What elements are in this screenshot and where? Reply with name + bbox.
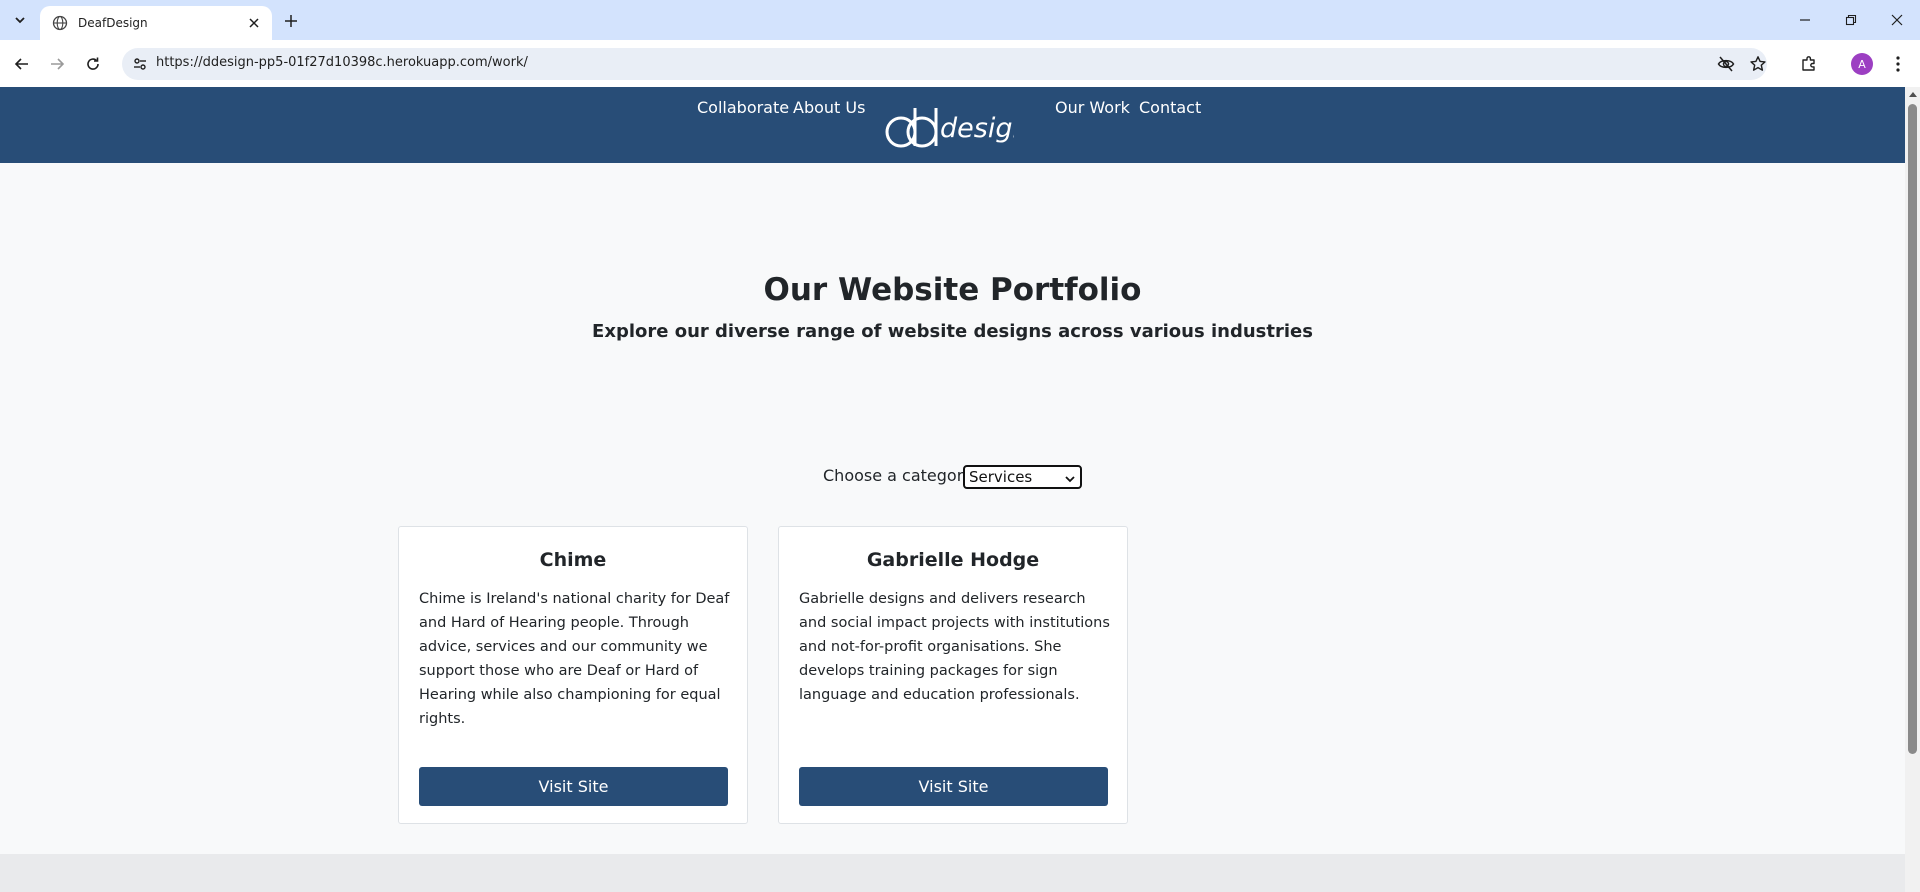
category-select[interactable]: Services [963,465,1082,489]
chevron-down-icon [1064,471,1076,489]
logo-wordmark: design [940,113,1014,144]
url-text[interactable]: https://ddesign-pp5-01f27d10398c.herokua… [156,55,528,70]
category-selected-value: Services [969,468,1033,486]
forward-arrow-icon[interactable] [44,51,70,77]
scroll-up-arrow-icon[interactable] [1909,92,1917,97]
card-title: Gabrielle Hodge [866,549,1040,571]
footer [0,854,1905,892]
nav-link-about-us[interactable]: About Us [793,98,865,117]
ddesign-logo[interactable]: design [884,96,1030,154]
restore-window-icon[interactable] [1837,8,1865,32]
minimize-icon[interactable] [1791,8,1819,32]
nav-link-contact[interactable]: Contact [1139,98,1201,117]
reload-icon[interactable] [80,51,106,77]
tab-search-chevron-icon[interactable] [6,8,34,32]
globe-icon [52,15,68,31]
extensions-puzzle-icon[interactable] [1796,51,1822,77]
visit-site-button[interactable]: Visit Site [799,767,1108,806]
category-label: Choose a category: [823,466,977,485]
portfolio-card: Chime Chime is Ireland's national charit… [398,526,748,824]
nav-link-collaborate[interactable]: Collaborate [697,98,789,117]
back-arrow-icon[interactable] [9,51,35,77]
card-title: Chime [539,549,607,571]
page-subtitle: Explore our diverse range of website des… [592,321,1313,342]
nav-link-our-work[interactable]: Our Work [1055,98,1130,117]
card-description: Chime is Ireland's national charity for … [419,591,730,727]
portfolio-card: Gabrielle Hodge Gabrielle designs and de… [778,526,1128,824]
browser-tab-active[interactable]: DeafDesign [40,6,272,40]
card-description: Gabrielle designs and delivers research … [799,591,1110,703]
bookmark-star-icon[interactable] [1745,51,1771,77]
close-window-icon[interactable] [1883,8,1911,32]
scrollbar-thumb[interactable] [1908,104,1917,754]
profile-avatar[interactable]: A [1851,53,1873,75]
tab-title: DeafDesign [78,16,148,30]
browser-menu-kebab-icon[interactable] [1885,51,1911,77]
page-title: Our Website Portfolio [763,272,1142,308]
site-info-icon[interactable] [130,54,150,74]
tracking-protection-eye-off-icon[interactable] [1713,51,1739,77]
visit-site-button[interactable]: Visit Site [419,767,728,806]
tab-close-icon[interactable] [244,13,264,33]
new-tab-plus-icon[interactable] [280,10,302,32]
